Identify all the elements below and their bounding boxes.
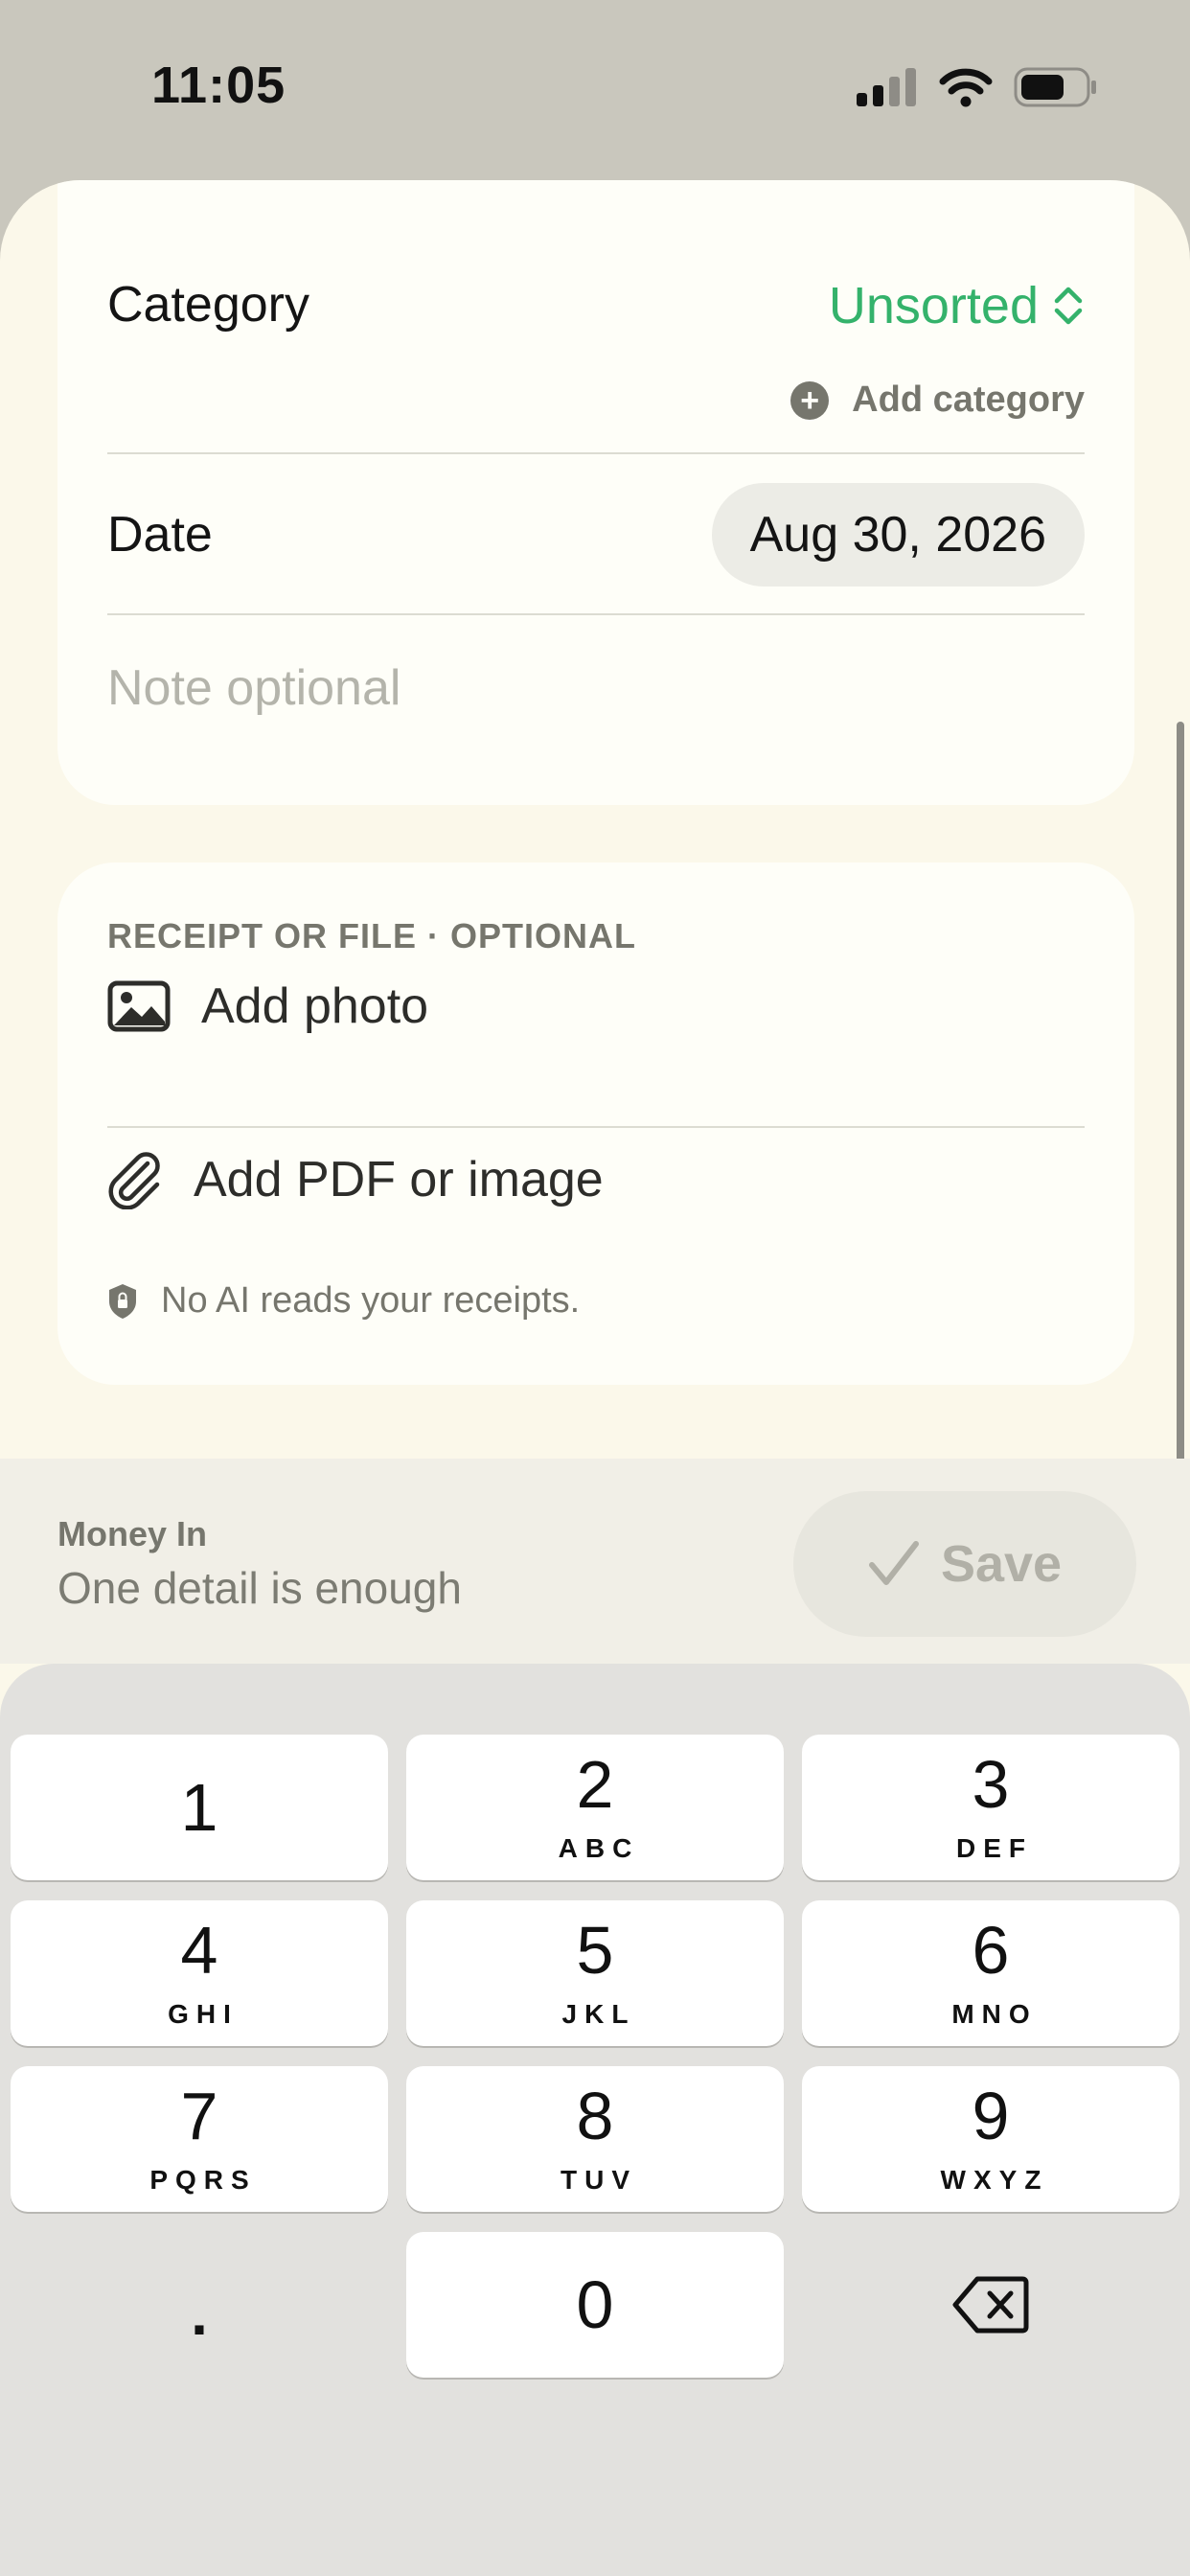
key-digit: 1 xyxy=(180,1770,218,1845)
key-7[interactable]: 7 PQRS xyxy=(11,2066,388,2212)
key-5[interactable]: 5 JKL xyxy=(406,1900,784,2046)
privacy-note: No AI reads your receipts. xyxy=(107,1280,580,1322)
backspace-icon xyxy=(952,2276,1029,2334)
key-digit: 0 xyxy=(576,2267,614,2342)
key-3[interactable]: 3 DEF xyxy=(802,1735,1179,1880)
key-digit: 8 xyxy=(576,2079,614,2153)
add-category-button[interactable]: + Add category xyxy=(790,380,1085,421)
date-picker-button[interactable]: Aug 30, 2026 xyxy=(711,483,1085,586)
privacy-note-text: No AI reads your receipts. xyxy=(161,1280,581,1321)
add-category-label: Add category xyxy=(852,380,1085,420)
key-8[interactable]: 8 TUV xyxy=(406,2066,784,2212)
shield-lock-icon xyxy=(109,1283,136,1319)
add-pdf-button[interactable]: Add PDF or image xyxy=(107,1150,604,1209)
status-bar: 11:05 xyxy=(0,0,1190,180)
key-digit: 6 xyxy=(972,1913,1010,1988)
transaction-type-label: Money In xyxy=(57,1514,208,1553)
key-6[interactable]: 6 MNO xyxy=(802,1900,1179,2046)
add-pdf-label: Add PDF or image xyxy=(194,1152,604,1208)
plus-circle-icon: + xyxy=(790,380,830,420)
checkmark-icon xyxy=(868,1541,919,1585)
key-1[interactable]: 1 xyxy=(11,1735,388,1880)
key-letters: JKL xyxy=(561,1999,636,2029)
key-letters: MNO xyxy=(951,1999,1038,2029)
bottom-action-bar: Money In One detail is enough Save xyxy=(0,1459,1190,1664)
key-letters: DEF xyxy=(956,1833,1033,1863)
attachments-section-title: RECEIPT OR FILE · OPTIONAL xyxy=(107,916,637,955)
save-label: Save xyxy=(940,1535,1063,1593)
numeric-keypad: 1 2 ABC 3 DEF 4 GHI 5 JKL 6 MNO 7 PQRS 8… xyxy=(0,1664,1190,2576)
note-input[interactable]: Note optional xyxy=(107,659,400,717)
key-digit: 3 xyxy=(972,1747,1010,1822)
add-photo-label: Add photo xyxy=(201,978,429,1034)
category-label: Category xyxy=(107,277,309,333)
paperclip-icon xyxy=(108,1152,160,1209)
key-9[interactable]: 9 WXYZ xyxy=(802,2066,1179,2212)
photo-icon xyxy=(107,980,171,1032)
key-letters: GHI xyxy=(168,1999,239,2029)
wifi-icon xyxy=(939,68,993,107)
key-letters: WXYZ xyxy=(940,2165,1049,2195)
key-digit: 7 xyxy=(180,2079,218,2153)
divider xyxy=(107,452,1085,454)
status-icons xyxy=(857,67,1098,107)
category-picker[interactable]: Unsorted xyxy=(829,276,1085,335)
key-digit: 4 xyxy=(180,1913,218,1988)
decimal-label: . xyxy=(191,2279,208,2348)
backspace-key[interactable] xyxy=(802,2232,1179,2378)
key-letters: PQRS xyxy=(149,2165,257,2195)
key-digit: 2 xyxy=(576,1747,614,1822)
category-value: Unsorted xyxy=(828,277,1039,334)
key-decimal[interactable]: . xyxy=(11,2232,388,2378)
key-letters: ABC xyxy=(558,1833,640,1863)
status-time: 11:05 xyxy=(151,57,286,114)
divider xyxy=(107,613,1085,615)
key-2[interactable]: 2 ABC xyxy=(406,1735,784,1880)
save-button[interactable]: Save xyxy=(793,1491,1136,1637)
add-photo-button[interactable]: Add photo xyxy=(107,978,428,1035)
hint-text: One detail is enough xyxy=(57,1563,462,1613)
divider xyxy=(107,1126,1085,1128)
battery-icon xyxy=(1014,67,1096,107)
key-digit: 9 xyxy=(972,2079,1010,2153)
key-digit: 5 xyxy=(576,1913,614,1988)
updown-chevron-icon xyxy=(1054,287,1083,325)
details-card: Category Unsorted + Add category Date Au… xyxy=(57,180,1134,805)
cellular-signal-icon xyxy=(857,68,916,106)
key-0[interactable]: 0 xyxy=(406,2232,784,2378)
attachments-card: RECEIPT OR FILE · OPTIONAL Add photo Add… xyxy=(57,862,1134,1385)
key-letters: TUV xyxy=(561,2165,637,2195)
date-label: Date xyxy=(107,507,213,563)
key-4[interactable]: 4 GHI xyxy=(11,1900,388,2046)
